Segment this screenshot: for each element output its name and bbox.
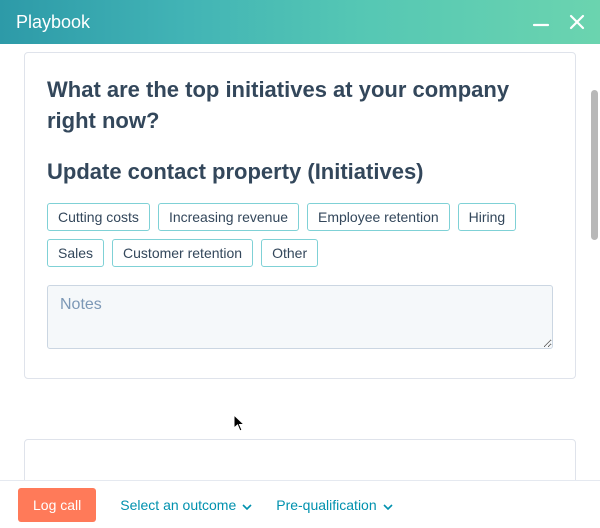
minimize-icon[interactable] xyxy=(532,13,550,31)
chip-increasing-revenue[interactable]: Increasing revenue xyxy=(158,203,299,231)
close-icon[interactable] xyxy=(568,13,586,31)
section-title: Update contact property (Initiatives) xyxy=(47,159,553,185)
question-text: What are the top initiatives at your com… xyxy=(47,75,553,137)
next-card xyxy=(24,439,576,480)
chip-hiring[interactable]: Hiring xyxy=(458,203,517,231)
chips-container: Cutting costs Increasing revenue Employe… xyxy=(47,203,553,267)
select-outcome-dropdown[interactable]: Select an outcome xyxy=(120,497,252,513)
chip-cutting-costs[interactable]: Cutting costs xyxy=(47,203,150,231)
log-call-button[interactable]: Log call xyxy=(18,488,96,522)
footer: Log call Select an outcome Pre-qualifica… xyxy=(0,480,600,528)
chip-employee-retention[interactable]: Employee retention xyxy=(307,203,450,231)
chevron-down-icon xyxy=(383,497,393,513)
window-controls xyxy=(532,13,586,31)
prequalification-label: Pre-qualification xyxy=(276,497,376,513)
playbook-window: Playbook What are the top initiatives at… xyxy=(0,0,600,528)
prequalification-dropdown[interactable]: Pre-qualification xyxy=(276,497,392,513)
question-card: What are the top initiatives at your com… xyxy=(24,52,576,379)
window-title: Playbook xyxy=(16,12,90,33)
chip-customer-retention[interactable]: Customer retention xyxy=(112,239,253,267)
scrollbar-thumb[interactable] xyxy=(591,90,598,240)
chevron-down-icon xyxy=(242,497,252,513)
chip-sales[interactable]: Sales xyxy=(47,239,104,267)
content-area: What are the top initiatives at your com… xyxy=(0,44,600,480)
notes-input[interactable] xyxy=(47,285,553,349)
titlebar: Playbook xyxy=(0,0,600,44)
select-outcome-label: Select an outcome xyxy=(120,497,236,513)
chip-other[interactable]: Other xyxy=(261,239,318,267)
